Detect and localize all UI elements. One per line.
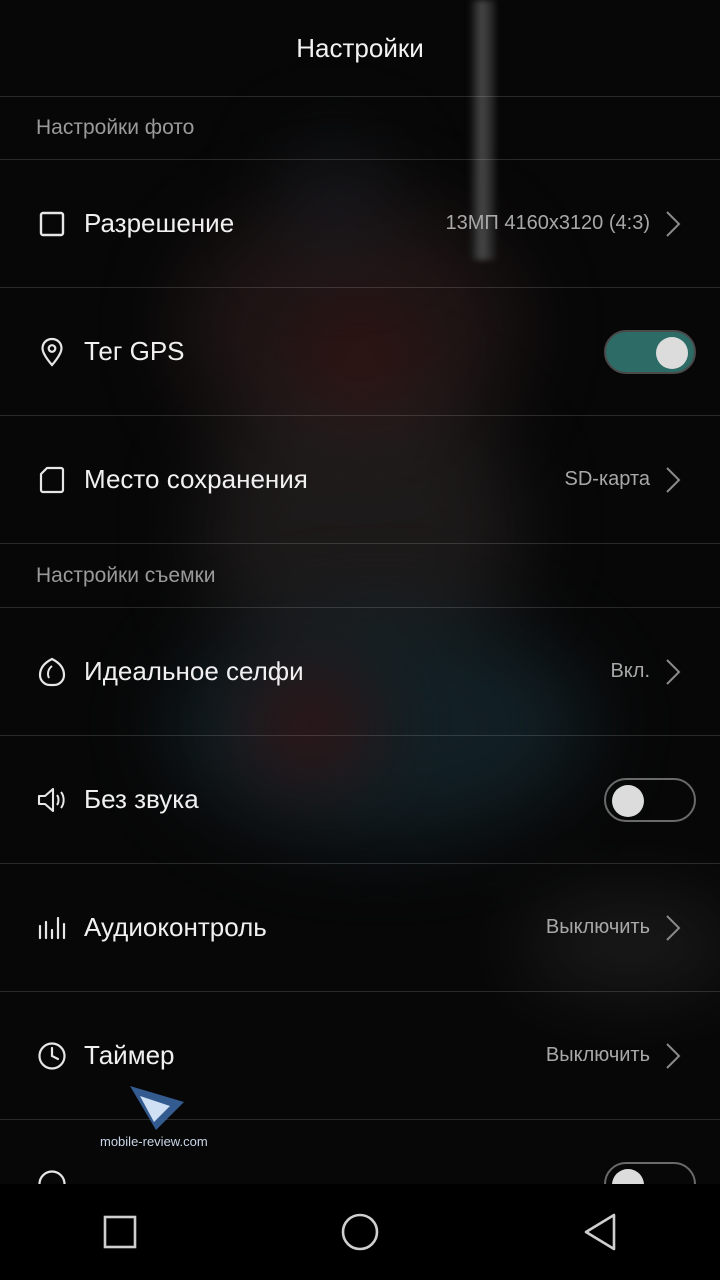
sd-card-icon <box>36 464 68 496</box>
selfie-icon <box>36 656 68 688</box>
setting-audio-control[interactable]: Аудиоконтроль Выключить <box>0 864 720 992</box>
audio-bars-icon <box>36 912 68 944</box>
title-bar: Настройки <box>0 0 720 97</box>
navigation-bar <box>0 1184 720 1280</box>
watermark-cursor-icon <box>130 1086 184 1130</box>
home-button[interactable] <box>330 1202 390 1262</box>
recent-apps-button[interactable] <box>90 1202 150 1262</box>
setting-value: SD-карта <box>564 468 651 490</box>
partial-icon <box>36 1168 68 1184</box>
setting-storage-location[interactable]: Место сохранения SD-карта <box>0 416 720 544</box>
partial-toggle[interactable] <box>604 1161 696 1184</box>
setting-value: Выключить <box>545 1044 650 1066</box>
mute-toggle[interactable] <box>604 777 696 822</box>
recent-apps-icon <box>103 1215 137 1249</box>
watermark-text: mobile-review.com <box>100 1134 208 1149</box>
setting-label: Идеальное селфи <box>84 656 304 686</box>
setting-value: Вкл. <box>610 660 650 682</box>
toggle-knob <box>656 336 688 369</box>
chevron-right-icon <box>666 1042 681 1069</box>
gps-tag-toggle[interactable] <box>604 329 696 374</box>
setting-resolution[interactable]: Разрешение 13МП 4160x3120 (4:3) <box>0 160 720 288</box>
setting-label: Разрешение <box>84 208 235 238</box>
setting-label: Без звука <box>84 784 199 814</box>
setting-label: Место сохранения <box>84 464 308 494</box>
watermark-logo: mobile-review.com <box>100 1080 240 1160</box>
chevron-right-icon <box>666 658 681 685</box>
chevron-right-icon <box>666 914 681 941</box>
back-button[interactable] <box>570 1202 630 1262</box>
clock-icon <box>36 1040 68 1072</box>
section-header-shooting: Настройки съемки <box>0 544 720 608</box>
setting-label: Таймер <box>84 1040 175 1070</box>
setting-label: Аудиоконтроль <box>84 912 267 942</box>
location-pin-icon <box>36 336 68 368</box>
back-icon <box>584 1213 616 1251</box>
setting-mute[interactable]: Без звука <box>0 736 720 864</box>
page-title: Настройки <box>296 32 424 63</box>
section-header-photo: Настройки фото <box>0 96 720 160</box>
square-icon <box>36 208 68 240</box>
toggle-knob <box>612 784 644 817</box>
setting-value: Выключить <box>545 916 650 938</box>
chevron-right-icon <box>666 466 681 493</box>
toggle-knob <box>612 1168 644 1184</box>
setting-perfect-selfie[interactable]: Идеальное селфи Вкл. <box>0 608 720 736</box>
speaker-icon <box>36 784 68 816</box>
setting-gps-tag[interactable]: Тег GPS <box>0 288 720 416</box>
settings-list[interactable]: Настройки фото Разрешение 13МП 4160x3120… <box>0 96 720 1184</box>
setting-value: 13МП 4160x3120 (4:3) <box>445 212 650 234</box>
chevron-right-icon <box>666 210 681 237</box>
camera-settings-screen: Настройки Настройки фото Разрешение 13МП… <box>0 0 720 1280</box>
home-icon <box>341 1213 379 1251</box>
setting-label: Тег GPS <box>84 336 185 366</box>
